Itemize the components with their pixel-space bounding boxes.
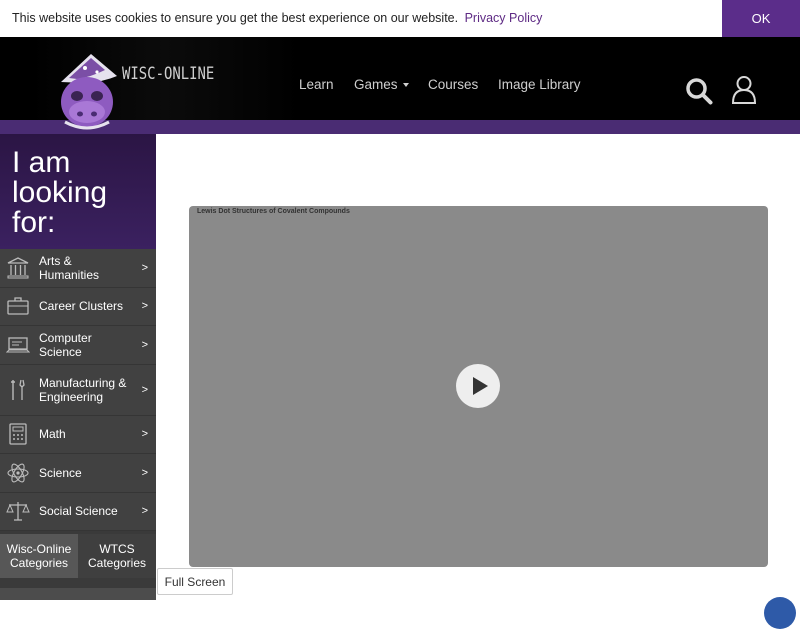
nav-image-library[interactable]: Image Library xyxy=(498,77,581,92)
tab-label: WTCS Categories xyxy=(87,542,147,570)
category-math[interactable]: Math > xyxy=(0,415,156,454)
sidebar-heading-box: I am looking for: xyxy=(0,134,156,249)
category-label: Science xyxy=(39,465,82,480)
category-science[interactable]: Science > xyxy=(0,454,156,493)
tab-wisc-online-categories[interactable]: Wisc-Online Categories xyxy=(0,534,78,578)
chat-widget-icon[interactable] xyxy=(764,597,796,629)
chevron-right-icon: > xyxy=(141,300,148,313)
video-player[interactable]: Lewis Dot Structures of Covalent Compoun… xyxy=(189,206,768,567)
category-label: Computer Science xyxy=(39,330,92,359)
category-sidebar: I am looking for: Arts & Humanities > Ca… xyxy=(0,134,156,600)
sidebar-heading: I am looking for: xyxy=(12,146,108,239)
category-label: Arts & Humanities xyxy=(39,253,100,282)
pillars-icon xyxy=(7,257,29,279)
scales-icon xyxy=(6,502,30,521)
category-career-clusters[interactable]: Career Clusters > xyxy=(0,287,156,326)
logo-wordmark[interactable]: WISC-ONLINE xyxy=(122,64,214,84)
tools-icon xyxy=(11,379,25,400)
chevron-right-icon: > xyxy=(141,505,148,518)
chevron-right-icon: > xyxy=(141,383,148,396)
chevron-down-icon xyxy=(402,83,409,88)
category-label: Career Clusters xyxy=(39,299,124,314)
search-icon[interactable] xyxy=(685,77,713,105)
category-manufacturing-engineering[interactable]: Manufacturing & Engineering > xyxy=(0,364,156,416)
cookie-banner: This website uses cookies to ensure you … xyxy=(0,0,800,37)
calculator-icon xyxy=(9,423,27,445)
nav-learn-label: Learn xyxy=(299,77,334,92)
chevron-right-icon: > xyxy=(141,428,148,441)
play-button[interactable] xyxy=(456,364,500,408)
laptop-icon xyxy=(6,337,30,353)
tab-wtcs-categories[interactable]: WTCS Categories xyxy=(78,534,156,578)
video-title: Lewis Dot Structures of Covalent Compoun… xyxy=(197,208,350,215)
nav-games[interactable]: Games xyxy=(354,77,409,92)
privacy-policy-link[interactable]: Privacy Policy xyxy=(465,11,543,25)
nav-image-library-label: Image Library xyxy=(498,77,581,92)
logo-icon[interactable] xyxy=(55,52,130,130)
category-arts-humanities[interactable]: Arts & Humanities > xyxy=(0,249,156,288)
category-label: Manufacturing & Engineering xyxy=(39,375,127,404)
category-label: Math xyxy=(39,427,66,442)
briefcase-icon xyxy=(7,297,29,315)
user-icon[interactable] xyxy=(731,75,757,105)
chevron-right-icon: > xyxy=(141,466,148,479)
category-computer-science[interactable]: Computer Science > xyxy=(0,326,156,365)
nav-games-label: Games xyxy=(354,77,398,92)
nav-courses-label: Courses xyxy=(428,77,479,92)
category-tabs: Wisc-Online Categories WTCS Categories xyxy=(0,534,156,578)
cookie-message: This website uses cookies to ensure you … xyxy=(12,11,542,25)
sidebar-footer xyxy=(0,588,156,600)
cookie-ok-button[interactable]: OK xyxy=(722,0,800,37)
nav-learn[interactable]: Learn xyxy=(299,77,334,92)
play-icon xyxy=(473,377,488,395)
category-social-science[interactable]: Social Science > xyxy=(0,492,156,531)
cookie-message-text: This website uses cookies to ensure you … xyxy=(12,11,459,25)
chevron-right-icon: > xyxy=(141,261,148,274)
fullscreen-button[interactable]: Full Screen xyxy=(157,568,233,595)
nav-courses[interactable]: Courses xyxy=(428,77,478,92)
chevron-right-icon: > xyxy=(141,338,148,351)
tab-label: Wisc-Online Categories xyxy=(6,542,72,570)
category-list: Arts & Humanities > Career Clusters > Co… xyxy=(0,249,156,531)
atom-icon xyxy=(7,463,29,483)
category-label: Social Science xyxy=(39,504,118,519)
